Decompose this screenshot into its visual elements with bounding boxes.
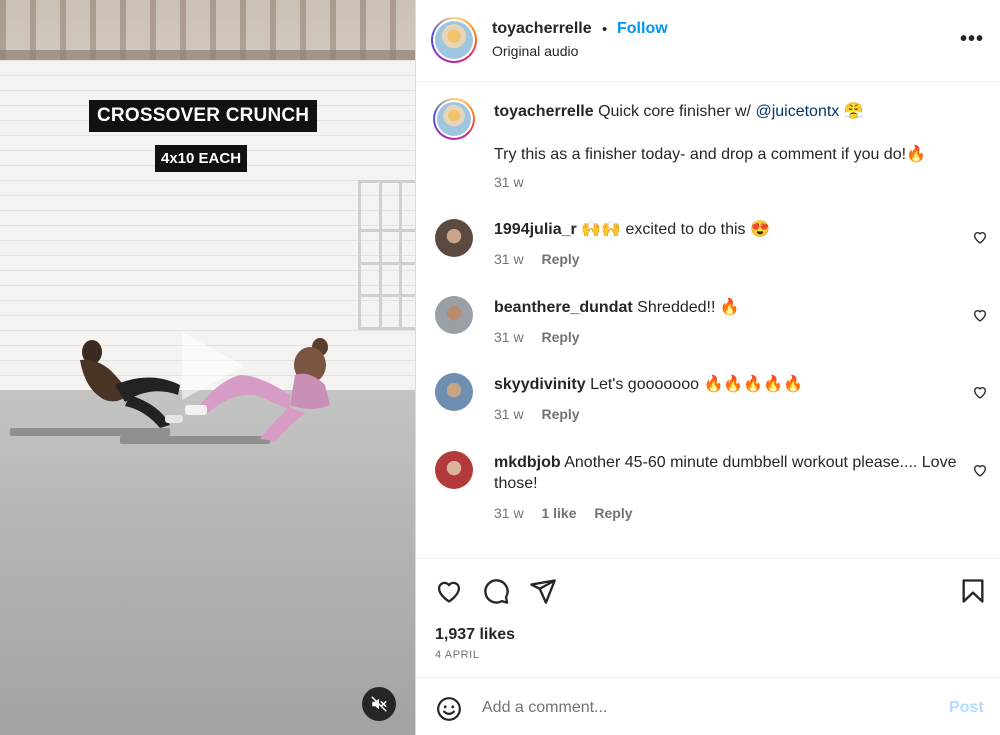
caption-text: Quick core finisher w/ [598, 103, 751, 120]
warehouse-window [358, 180, 415, 330]
comment-item: beanthere_dundat Shredded!! 🔥 [494, 297, 964, 318]
video-overlay-subtitle: 4x10 EACH [155, 145, 248, 172]
add-comment-bar: Post [416, 677, 1000, 735]
like-count[interactable]: 1,937 likes [435, 626, 515, 644]
caption-time[interactable]: 31 w [494, 174, 524, 190]
reply-button[interactable]: Reply [541, 251, 579, 267]
comment-avatar[interactable] [435, 219, 473, 257]
comments-list[interactable]: toyacherrelle Quick core finisher w/ @ju… [416, 82, 1000, 558]
caption-meta: 31 w [494, 174, 538, 190]
bookmark-icon[interactable] [959, 577, 987, 605]
comment-like-heart-icon[interactable] [972, 462, 988, 478]
header-separator: • [602, 21, 608, 38]
caption-line-1: toyacherrelle Quick core finisher w/ @ju… [494, 101, 974, 122]
ceiling-beam [0, 50, 415, 60]
caption-mention-link[interactable]: @juicetontx [755, 103, 839, 120]
heart-icon[interactable] [435, 577, 463, 605]
comment-meta: 31 w 1 like Reply [494, 505, 647, 521]
post-button[interactable]: Post [949, 699, 984, 717]
comment-item: mkdbjob Another 45-60 minute dumbbell wo… [494, 452, 964, 494]
comment-time[interactable]: 31 w [494, 329, 524, 345]
mute-button[interactable] [362, 687, 396, 721]
comment-time[interactable]: 31 w [494, 251, 524, 267]
reel-video[interactable]: CROSSOVER CRUNCH 4x10 EACH [0, 0, 415, 735]
reply-button[interactable]: Reply [594, 505, 632, 521]
follow-button[interactable]: Follow [617, 20, 668, 38]
comment-like-heart-icon[interactable] [972, 307, 988, 323]
comment-username[interactable]: skyydivinity [494, 376, 586, 393]
share-icon[interactable] [529, 577, 557, 605]
instagram-post-view: CROSSOVER CRUNCH 4x10 EACH toyacherrelle… [0, 0, 1000, 735]
reply-button[interactable]: Reply [541, 406, 579, 422]
comment-input[interactable] [482, 695, 922, 721]
comment-text: Another 45-60 minute dumbbell workout pl… [494, 454, 957, 492]
scroll-fade [416, 547, 1000, 558]
comment-like-heart-icon[interactable] [972, 229, 988, 245]
comment-like-count[interactable]: 1 like [541, 505, 576, 521]
comment-username[interactable]: beanthere_dundat [494, 299, 633, 316]
caption-line-2: Try this as a finisher today- and drop a… [494, 146, 926, 163]
comment-text: 🙌🙌 excited to do this 😍 [581, 221, 770, 238]
more-options-icon[interactable]: ••• [960, 28, 984, 51]
caption-avatar[interactable] [433, 98, 475, 140]
muted-speaker-icon [371, 696, 387, 712]
comment-icon[interactable] [482, 577, 510, 605]
video-overlay-title: CROSSOVER CRUNCH [89, 100, 318, 132]
emoji-icon[interactable] [436, 696, 462, 722]
post-date[interactable]: 4 APRIL [435, 649, 480, 661]
comment-username[interactable]: 1994julia_r [494, 221, 577, 238]
audio-label[interactable]: Original audio [492, 43, 578, 59]
comment-item: skyydivinity Let's gooooooo 🔥🔥🔥🔥🔥 [494, 374, 964, 395]
comment-text: Shredded!! 🔥 [637, 299, 740, 316]
comment-avatar[interactable] [435, 296, 473, 334]
comment-meta: 31 w Reply [494, 329, 594, 345]
author-username[interactable]: toyacherrelle [492, 20, 592, 38]
comment-text: Let's gooooooo 🔥🔥🔥🔥🔥 [590, 376, 804, 393]
post-actions: 1,937 likes 4 APRIL [416, 558, 1000, 676]
comment-item: 1994julia_r 🙌🙌 excited to do this 😍 [494, 219, 964, 240]
comment-avatar[interactable] [435, 451, 473, 489]
comment-time[interactable]: 31 w [494, 505, 524, 521]
post-side-panel: toyacherrelle • Follow Original audio ••… [415, 0, 1000, 735]
comment-username[interactable]: mkdbjob [494, 454, 561, 471]
comment-meta: 31 w Reply [494, 406, 594, 422]
reply-button[interactable]: Reply [541, 329, 579, 345]
comment-avatar[interactable] [435, 373, 473, 411]
author-avatar[interactable] [431, 17, 477, 63]
play-icon[interactable] [172, 326, 252, 406]
caption-emoji: 😤 [843, 103, 864, 120]
post-header: toyacherrelle • Follow Original audio ••… [416, 0, 1000, 82]
comment-time[interactable]: 31 w [494, 406, 524, 422]
caption-username[interactable]: toyacherrelle [494, 103, 594, 120]
comment-meta: 31 w Reply [494, 251, 594, 267]
comment-like-heart-icon[interactable] [972, 384, 988, 400]
